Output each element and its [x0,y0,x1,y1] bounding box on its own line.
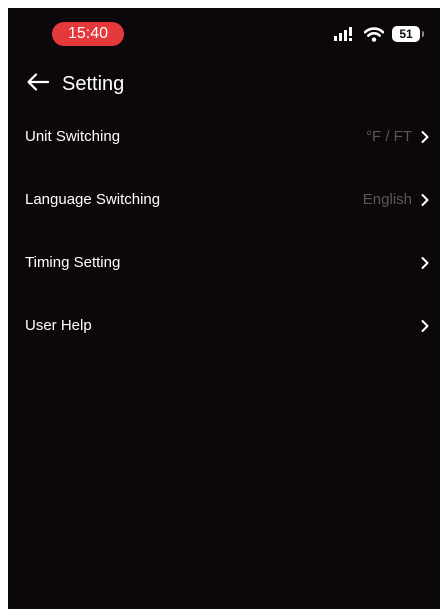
setting-value: °F / FT [366,128,412,145]
wifi-icon [364,26,384,42]
setting-value: English [362,191,412,208]
arrow-left-icon [26,72,50,97]
setting-right [412,319,430,333]
battery-tip [422,31,424,37]
setting-timing-setting[interactable]: Timing Setting [8,231,440,294]
setting-right: English [363,191,430,208]
setting-label: Unit Switching [25,128,121,145]
setting-right: °F / FT [366,128,430,145]
chevron-right-icon [420,319,430,333]
header: Setting [8,66,440,102]
page-title: Setting [62,72,125,95]
chevron-right-icon [420,193,430,207]
setting-user-help[interactable]: User Help [8,294,440,357]
setting-language-switching[interactable]: Language Switching English [8,168,440,231]
setting-unit-switching[interactable]: Unit Switching °F / FT [8,105,440,168]
setting-label: Timing Setting [25,254,121,271]
chevron-right-icon [420,130,430,144]
status-time: 15:40 [52,22,124,46]
back-button[interactable] [24,70,52,98]
setting-label: User Help [25,317,92,334]
settings-list: Unit Switching °F / FT Language Switchin… [8,105,440,357]
battery-level: 51 [399,27,413,41]
status-icons: 51 [334,24,424,44]
battery-icon: 51 [392,26,424,42]
chevron-right-icon [420,256,430,270]
setting-right [412,256,430,270]
phone-screen: 15:40 51 Setting Unit Switching °F / FT … [8,8,440,609]
setting-label: Language Switching [25,191,161,208]
signal-icon [334,27,356,41]
